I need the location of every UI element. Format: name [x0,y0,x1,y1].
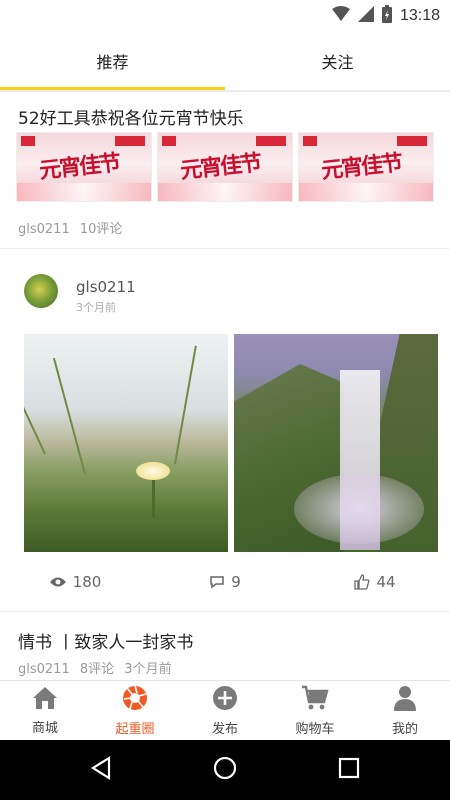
recents-icon[interactable] [338,757,360,783]
photo-detail [52,357,86,475]
post-comment-count: 8评论 [79,662,115,677]
nav-label: 购物车 [295,721,335,737]
photo-detail [294,474,424,544]
photo-detail [24,344,46,455]
avatar[interactable] [24,274,58,308]
thumbnail-banner-text: 元宵佳节 [38,149,121,185]
post-meta: gls0211 8评论 3个月前 [0,658,178,677]
thumbnail-banner-text: 元宵佳节 [179,149,262,185]
cart-icon [301,685,329,715]
comments-count: 9 [231,573,241,591]
divider [0,248,450,249]
thumbnail-tag [303,136,317,146]
nav-label: 发布 [211,721,238,737]
views-stat: 180 [0,570,150,594]
comment-icon [209,575,225,589]
post-comment-count: 10评论 [79,222,123,237]
nav-label: 我的 [391,721,418,737]
status-bar: 13:18 [0,0,450,32]
post-thumbnail[interactable]: 元宵佳节 [157,132,293,202]
feed-post[interactable]: 情书 丨致家人一封家书 gls0211 8评论 3个月前 [0,612,450,680]
post-author: gls0211 [18,222,70,237]
nav-item-cart[interactable]: 购物车 [270,681,360,740]
user-icon [393,685,417,715]
feed: 52好工具恭祝各位元宵节快乐 元宵佳节 元宵佳节 元宵佳节 gls0211 10… [0,92,450,680]
post-photo[interactable] [234,334,438,552]
tab-recommended[interactable]: 推荐 [0,32,225,90]
post-photo[interactable] [24,334,228,552]
post-thumbnail[interactable]: 元宵佳节 [16,132,152,202]
post-thumbnail[interactable]: 元宵佳节 [298,132,434,202]
post-time: 3个月前 [76,301,116,314]
feed-post[interactable]: 52好工具恭祝各位元宵节快乐 元宵佳节 元宵佳节 元宵佳节 gls0211 10… [0,92,450,248]
home-icon [32,686,58,714]
status-icons: 13:18 [331,5,440,27]
nav-item-mall[interactable]: 商城 [0,681,90,740]
status-time: 13:18 [399,7,440,24]
post-thumbnails: 元宵佳节 元宵佳节 元宵佳节 [16,132,434,202]
post-stats: 180 9 44 [0,570,450,594]
plus-circle-icon [212,685,238,715]
comments-stat[interactable]: 9 [150,570,300,594]
back-icon[interactable] [90,756,112,784]
signal-icon [357,6,374,26]
tab-following[interactable]: 关注 [225,32,450,90]
likes-stat[interactable]: 44 [300,570,450,594]
feed-post[interactable]: gls0211 3个月前 180 9 44 [0,252,450,610]
camera-shutter-icon [122,685,148,715]
photo-detail [136,462,170,480]
thumbnail-logo [397,136,427,146]
wifi-icon [331,6,350,26]
post-title[interactable]: 情书 丨致家人一封家书 [0,628,193,653]
likes-count: 44 [376,573,396,591]
post-time: 3个月前 [124,662,172,677]
eye-icon [49,576,67,588]
bottom-nav: 商城 起重圈 发布 购物车 我的 [0,680,450,740]
thumbnail-banner-text: 元宵佳节 [320,149,403,185]
thumbnail-logo [256,136,286,146]
thumbnail-tag [21,136,35,146]
nav-label: 商城 [31,720,58,736]
thumbnail-decoration [299,183,433,201]
post-author[interactable]: gls0211 [76,278,136,296]
photo-detail [174,345,197,465]
top-tabs: 推荐 关注 [0,32,450,90]
thumbnail-tag [162,136,176,146]
system-nav-bar [0,740,450,800]
thumbnail-decoration [158,183,292,201]
nav-item-publish[interactable]: 发布 [180,681,270,740]
photo-detail [152,478,155,518]
post-title[interactable]: 52好工具恭祝各位元宵节快乐 [0,104,244,129]
post-meta: gls0211 10评论 [0,218,128,237]
nav-item-me[interactable]: 我的 [360,681,450,740]
thumbnail-logo [115,136,145,146]
home-circle-icon[interactable] [213,756,237,784]
nav-label: 起重圈 [115,721,155,737]
thumbs-up-icon [354,574,370,590]
nav-item-circle[interactable]: 起重圈 [90,681,180,740]
views-count: 180 [72,573,102,591]
battery-icon [381,5,392,27]
post-author: gls0211 [18,662,70,677]
thumbnail-decoration [17,183,151,201]
